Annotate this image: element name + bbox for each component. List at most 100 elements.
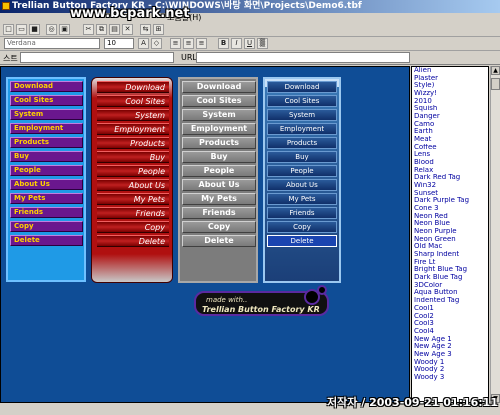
style-list-item[interactable]: Woody 2 xyxy=(412,366,488,374)
blue-button-people[interactable]: People xyxy=(267,165,337,177)
red-button-people[interactable]: People xyxy=(97,165,169,177)
style-list-item[interactable]: Old Mac xyxy=(412,243,488,251)
gray-button-people[interactable]: People xyxy=(182,165,256,177)
style-list-item[interactable]: Neon Green xyxy=(412,236,488,244)
style-list-item[interactable]: Sunset xyxy=(412,190,488,198)
purple-button-buy[interactable]: Buy xyxy=(10,151,83,162)
style-list-item[interactable]: Lens xyxy=(412,151,488,159)
red-button-copy[interactable]: Copy xyxy=(97,221,169,233)
style-list-item[interactable]: Style) xyxy=(412,82,488,90)
style-list-item[interactable]: Squish xyxy=(412,105,488,113)
style-list-item[interactable]: Danger xyxy=(412,113,488,121)
style-list-item[interactable]: Cool4 xyxy=(412,328,488,336)
red-button-cool-sites[interactable]: Cool Sites xyxy=(97,95,169,107)
gray-button-buy[interactable]: Buy xyxy=(182,151,256,163)
align-right-icon[interactable]: ≡ xyxy=(196,38,207,49)
style-list-item[interactable]: Alien xyxy=(412,67,488,75)
gray-button-my-pets[interactable]: My Pets xyxy=(182,193,256,205)
red-button-about-us[interactable]: About Us xyxy=(97,179,169,191)
cut-icon[interactable]: ✂ xyxy=(83,24,94,35)
open-folder-icon[interactable]: ▭ xyxy=(16,24,27,35)
red-button-products[interactable]: Products xyxy=(97,137,169,149)
new-file-icon[interactable]: □ xyxy=(3,24,14,35)
style-list-item[interactable]: 3DColor xyxy=(412,282,488,290)
blue-button-download[interactable]: Download xyxy=(267,81,337,93)
font-select[interactable]: Verdana xyxy=(4,38,100,49)
image-icon[interactable]: ▣ xyxy=(59,24,70,35)
gray-button-system[interactable]: System xyxy=(182,109,256,121)
grid-tool-icon[interactable]: ⊞ xyxy=(153,24,164,35)
save-icon[interactable]: ■ xyxy=(29,24,40,35)
style-list-item[interactable]: Indented Tag xyxy=(412,297,488,305)
style-list-item[interactable]: Neon Blue xyxy=(412,220,488,228)
red-button-system[interactable]: System xyxy=(97,109,169,121)
style-list-item[interactable]: Bright Blue Tag xyxy=(412,266,488,274)
style-list-item[interactable]: Dark Red Tag xyxy=(412,174,488,182)
scroll-thumb[interactable] xyxy=(491,78,500,90)
effect-icon[interactable]: ◇ xyxy=(151,38,162,49)
align-center-icon[interactable]: ≡ xyxy=(183,38,194,49)
style-list-item[interactable]: Cool2 xyxy=(412,313,488,321)
purple-button-friends[interactable]: Friends xyxy=(10,207,83,218)
red-button-employment[interactable]: Employment xyxy=(97,123,169,135)
style-list-item[interactable]: Relax xyxy=(412,167,488,175)
style-list-scrollbar[interactable]: ▲ ▼ xyxy=(490,66,500,403)
blue-button-system[interactable]: System xyxy=(267,109,337,121)
style-list-item[interactable]: Sharp Indent xyxy=(412,251,488,259)
style-list-item[interactable]: New Age 1 xyxy=(412,336,488,344)
blue-button-about-us[interactable]: About Us xyxy=(267,179,337,191)
text-color-icon[interactable]: A xyxy=(138,38,149,49)
style-list-item[interactable]: New Age 2 xyxy=(412,343,488,351)
blue-button-cool-sites[interactable]: Cool Sites xyxy=(267,95,337,107)
style-name-field[interactable] xyxy=(20,52,174,63)
style-list-item[interactable]: Dark Purple Tag xyxy=(412,197,488,205)
gray-button-employment[interactable]: Employment xyxy=(182,123,256,135)
style-list-item[interactable]: Aqua Button xyxy=(412,289,488,297)
style-list-item[interactable]: Cool1 xyxy=(412,305,488,313)
purple-button-employment[interactable]: Employment xyxy=(10,123,83,134)
style-list-item[interactable]: Plaster xyxy=(412,75,488,83)
italic-icon[interactable]: I xyxy=(231,38,242,49)
web-icon[interactable]: ◎ xyxy=(46,24,57,35)
purple-button-about-us[interactable]: About Us xyxy=(10,179,83,190)
style-list-item[interactable]: Meat xyxy=(412,136,488,144)
style-list-item[interactable]: New Age 3 xyxy=(412,351,488,359)
copy-icon[interactable]: ⧉ xyxy=(96,24,107,35)
style-list-item[interactable]: Coffee xyxy=(412,144,488,152)
style-list-item[interactable]: 2010 xyxy=(412,98,488,106)
red-button-download[interactable]: Download xyxy=(97,81,169,93)
style-list-item[interactable]: Earth xyxy=(412,128,488,136)
red-button-my-pets[interactable]: My Pets xyxy=(97,193,169,205)
purple-button-cool-sites[interactable]: Cool Sites xyxy=(10,95,83,106)
purple-button-delete[interactable]: Delete xyxy=(10,235,83,246)
purple-button-my-pets[interactable]: My Pets xyxy=(10,193,83,204)
blue-button-products[interactable]: Products xyxy=(267,137,337,149)
gray-button-about-us[interactable]: About Us xyxy=(182,179,256,191)
blue-button-employment[interactable]: Employment xyxy=(267,123,337,135)
style-list-item[interactable]: Dark Blue Tag xyxy=(412,274,488,282)
gray-button-cool-sites[interactable]: Cool Sites xyxy=(182,95,256,107)
gray-button-friends[interactable]: Friends xyxy=(182,207,256,219)
style-list-item[interactable]: Woody 3 xyxy=(412,374,488,382)
blue-button-delete[interactable]: Delete xyxy=(267,235,337,247)
style-list-item[interactable]: Fire Lt xyxy=(412,259,488,267)
font-size-select[interactable]: 10 xyxy=(104,38,134,49)
underline-icon[interactable]: U xyxy=(244,38,255,49)
delete-icon[interactable]: ✕ xyxy=(122,24,133,35)
paste-icon[interactable]: ▤ xyxy=(109,24,120,35)
style-list-item[interactable]: Win32 xyxy=(412,182,488,190)
style-list-item[interactable]: Cool3 xyxy=(412,320,488,328)
align-left-icon[interactable]: ≡ xyxy=(170,38,181,49)
shadow-icon[interactable]: ▒ xyxy=(257,38,268,49)
purple-button-download[interactable]: Download xyxy=(10,81,83,92)
align-tool-icon[interactable]: ⇆ xyxy=(140,24,151,35)
gray-button-delete[interactable]: Delete xyxy=(182,235,256,247)
purple-button-products[interactable]: Products xyxy=(10,137,83,148)
style-list-item[interactable]: Woody 1 xyxy=(412,359,488,367)
bold-icon[interactable]: B xyxy=(218,38,229,49)
blue-button-friends[interactable]: Friends xyxy=(267,207,337,219)
scroll-up-icon[interactable]: ▲ xyxy=(491,66,500,75)
gray-button-copy[interactable]: Copy xyxy=(182,221,256,233)
purple-button-copy[interactable]: Copy xyxy=(10,221,83,232)
style-list-item[interactable]: Neon Purple xyxy=(412,228,488,236)
